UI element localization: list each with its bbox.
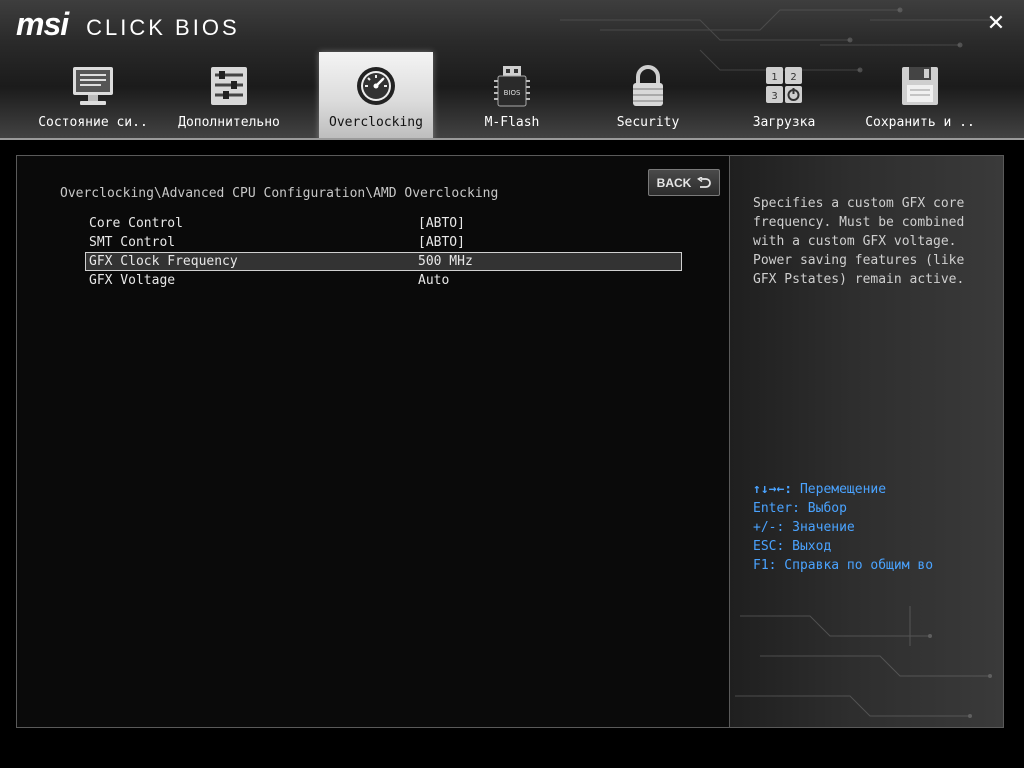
settings-panel: Overclocking\Advanced CPU Configuration\… (17, 156, 729, 727)
key-hint-value: +/-: Значение (753, 518, 1003, 537)
logo-click-bios: CLICK BIOS (86, 15, 240, 40)
setting-value[interactable]: [АВТО] (418, 214, 465, 233)
tab-security[interactable]: Security (591, 52, 705, 140)
boot-order-icon: 1 2 3 (766, 67, 802, 103)
circuit-pattern (735, 606, 992, 718)
setting-row-core-control[interactable]: Core Control [АВТО] (85, 214, 682, 233)
setting-row-gfx-voltage[interactable]: GFX Voltage Auto (85, 271, 682, 290)
key-hint-enter: Enter: Выбор (753, 499, 1003, 518)
tab-advanced[interactable]: Дополнительно (172, 52, 286, 140)
tab-label: Состояние си.. (38, 115, 148, 130)
svg-text:BIOS: BIOS (504, 89, 521, 97)
key-name: F1: (753, 558, 777, 573)
key-hint-f1: F1: Справка по общим во (753, 556, 1003, 575)
msi-click-bios-logo: msi CLICK BIOS (16, 6, 240, 42)
help-line: frequency. Must be combined (753, 215, 965, 230)
key-legend: ↑↓→←: Перемещение Enter: Выбор +/-: Знач… (753, 480, 1003, 575)
help-line: Specifies a custom GFX core (753, 196, 965, 211)
logo-msi: msi (16, 6, 69, 42)
speedometer-icon (357, 67, 395, 105)
svg-text:3: 3 (771, 91, 777, 102)
tab-label: Overclocking (329, 115, 423, 130)
help-line: Power saving features (like (753, 253, 965, 268)
key-desc: Выход (784, 539, 832, 554)
setting-name: GFX Clock Frequency (89, 254, 238, 269)
back-label: BACK (656, 175, 692, 190)
setting-row-gfx-clock-frequency[interactable]: GFX Clock Frequency 500 MHz (85, 252, 682, 271)
help-line: with a custom GFX voltage. (753, 234, 957, 249)
key-hint-navigate: ↑↓→←: Перемещение (753, 480, 1003, 499)
key-hint-esc: ESC: Выход (753, 537, 1003, 556)
setting-value[interactable]: [АВТО] (418, 233, 465, 252)
usb-bios-icon: BIOS (494, 66, 530, 107)
tab-save-exit[interactable]: Сохранить и .. (863, 52, 977, 140)
key-name: ↑↓→←: (753, 482, 793, 497)
key-name: ESC: (753, 539, 785, 554)
svg-text:2: 2 (790, 72, 796, 83)
top-bar: msi CLICK BIOS ✕ Состояние си.. Дополнит… (0, 0, 1024, 140)
monitor-icon (73, 67, 113, 105)
key-name: +/-: (753, 520, 785, 535)
setting-value[interactable]: Auto (418, 271, 449, 290)
sliders-icon (211, 67, 247, 105)
key-desc: Выбор (799, 501, 847, 516)
key-desc: Значение (784, 520, 855, 535)
setting-name: Core Control (89, 216, 183, 231)
padlock-icon (633, 65, 663, 106)
help-line: GFX Pstates) remain active. (753, 272, 965, 287)
setting-value[interactable]: 500 MHz (418, 252, 473, 271)
key-desc: Справка по общим во (776, 558, 934, 573)
tab-label: Загрузка (752, 115, 816, 130)
close-button[interactable]: ✕ (984, 12, 1008, 36)
tab-label: Security (616, 115, 680, 130)
help-panel: Specifies a custom GFX core frequency. M… (729, 156, 1003, 727)
tab-label: Дополнительно (178, 115, 280, 130)
setting-name: GFX Voltage (89, 273, 176, 288)
breadcrumb: Overclocking\Advanced CPU Configuration\… (60, 186, 499, 201)
back-button[interactable]: BACK (648, 169, 720, 196)
tab-m-flash[interactable]: BIOS M-Flash (455, 52, 569, 140)
tab-label: Сохранить и .. (865, 115, 975, 130)
tab-overclocking[interactable]: Overclocking (319, 52, 433, 140)
help-description: Specifies a custom GFX core frequency. M… (753, 194, 993, 289)
svg-text:1: 1 (771, 72, 777, 83)
setting-row-smt-control[interactable]: SMT Control [АВТО] (85, 233, 682, 252)
header-divider (0, 138, 1024, 140)
settings-list: Core Control [АВТО] SMT Control [АВТО] G… (85, 214, 682, 290)
main-frame: Overclocking\Advanced CPU Configuration\… (16, 155, 1004, 728)
main-tabs: Состояние си.. Дополнительно Overclockin… (36, 52, 988, 140)
key-desc: Перемещение (792, 482, 887, 497)
floppy-disk-icon (902, 67, 938, 105)
tab-label: M-Flash (484, 115, 540, 130)
setting-name: SMT Control (89, 235, 176, 250)
tab-boot[interactable]: 1 2 3 Загрузка (727, 52, 841, 140)
key-name: Enter: (753, 501, 800, 516)
back-arrow-icon (697, 176, 712, 188)
tab-system-status[interactable]: Состояние си.. (36, 52, 150, 140)
